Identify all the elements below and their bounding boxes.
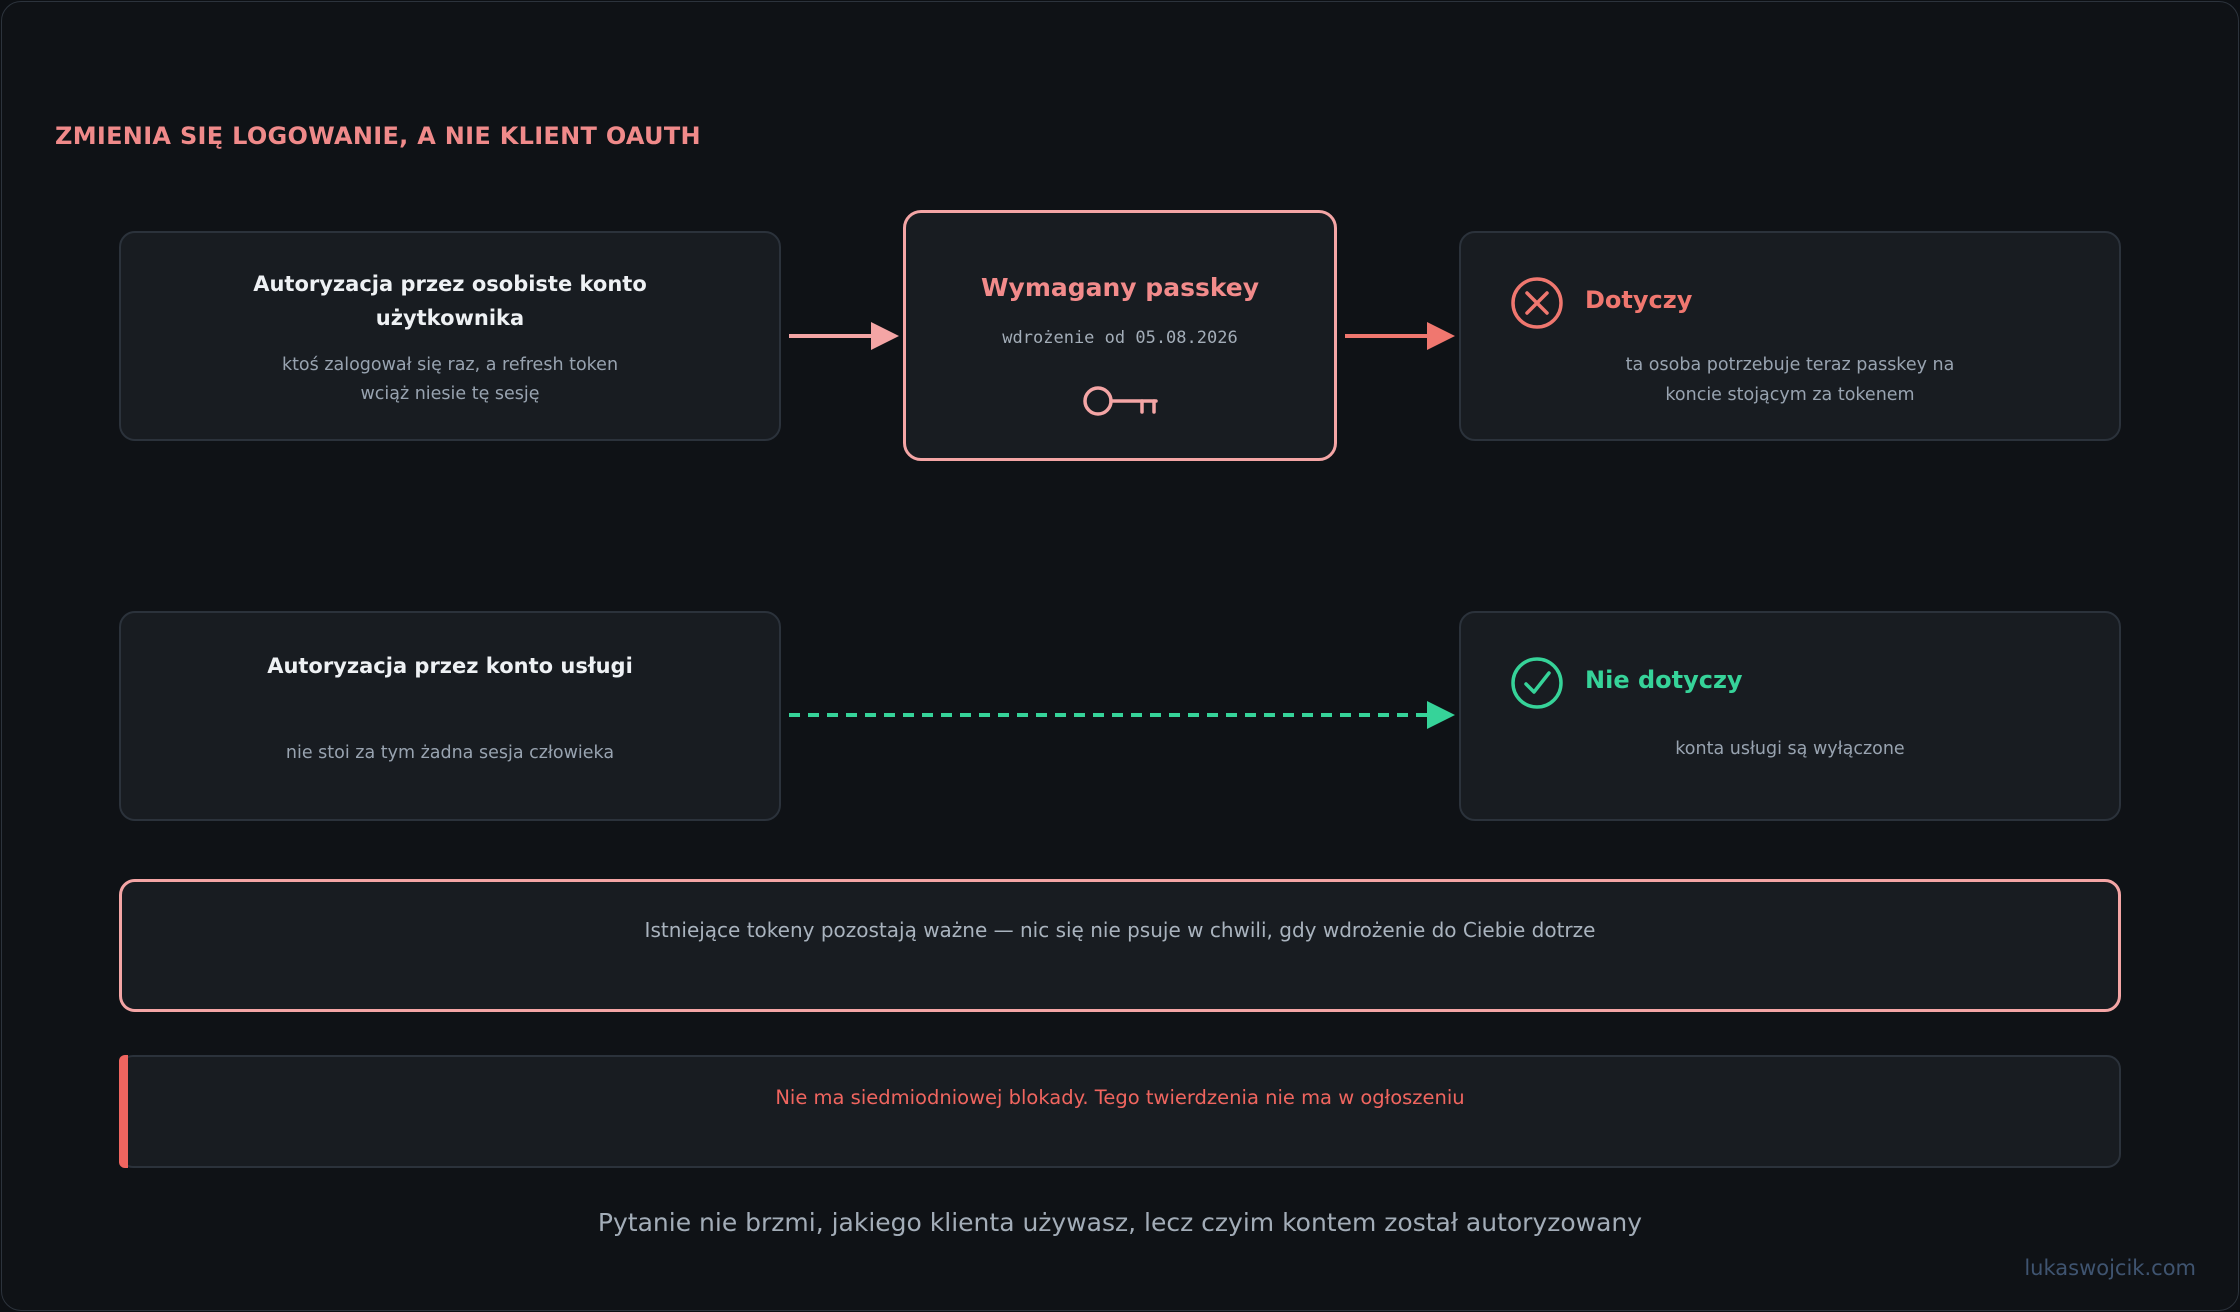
not-affected-title: Nie dotyczy bbox=[1585, 666, 1743, 694]
affected-box: Dotyczy ta osoba potrzebuje teraz passke… bbox=[1459, 231, 2121, 441]
diagram-title: ZMIENIA SIĘ LOGOWANIE, A NIE KLIENT OAUT… bbox=[55, 122, 701, 150]
tokens-valid-banner: Istniejące tokeny pozostają ważne — nic … bbox=[119, 879, 2121, 1012]
site-credit: lukaswojcik.com bbox=[2024, 1256, 2196, 1280]
passkey-box: Wymagany passkey wdrożenie od 05.08.2026 bbox=[903, 210, 1337, 461]
passkey-rollout-date: wdrożenie od 05.08.2026 bbox=[1002, 328, 1238, 348]
user-account-sub-line2: wciąż niesie tę sesję bbox=[360, 384, 540, 404]
footer-question: Pytanie nie brzmi, jakiego klienta używa… bbox=[597, 1208, 1643, 1237]
warning-text: Nie ma siedmiodniowej blokady. Tego twie… bbox=[775, 1086, 1465, 1109]
passkey-title: Wymagany passkey bbox=[980, 273, 1260, 302]
check-circle-icon bbox=[1511, 657, 1563, 709]
x-circle-icon bbox=[1511, 277, 1563, 329]
key-icon bbox=[1083, 386, 1158, 416]
service-account-sub: nie stoi za tym żadna sesja człowieka bbox=[285, 743, 615, 763]
warning-accent-bar bbox=[119, 1055, 128, 1168]
user-account-title-line2: użytkownika bbox=[375, 306, 525, 330]
user-account-box: Autoryzacja przez osobiste konto użytkow… bbox=[119, 231, 781, 441]
affected-sub-line2: koncie stojącym za tokenem bbox=[1665, 385, 1915, 405]
service-account-title: Autoryzacja przez konto usługi bbox=[267, 654, 633, 678]
not-affected-sub: konta usługi są wyłączone bbox=[1675, 739, 1905, 759]
user-account-title-line1: Autoryzacja przez osobiste konto bbox=[253, 272, 647, 296]
user-account-sub-line1: ktoś zalogował się raz, a refresh token bbox=[281, 355, 619, 375]
not-affected-box: Nie dotyczy konta usługi są wyłączone bbox=[1459, 611, 2121, 821]
affected-sub-line1: ta osoba potrzebuje teraz passkey na bbox=[1625, 355, 1955, 375]
service-account-box: Autoryzacja przez konto usługi nie stoi … bbox=[119, 611, 781, 821]
tokens-valid-text: Istniejące tokeny pozostają ważne — nic … bbox=[644, 918, 1596, 942]
affected-title: Dotyczy bbox=[1585, 286, 1693, 314]
warning-note: Nie ma siedmiodniowej blokady. Tego twie… bbox=[119, 1055, 2121, 1168]
